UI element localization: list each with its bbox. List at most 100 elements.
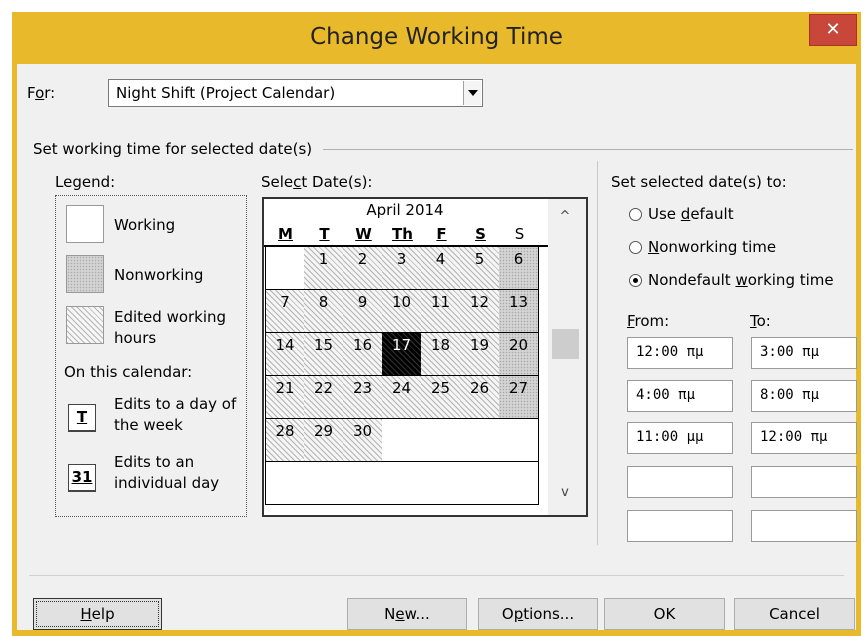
- calendar-day-cell[interactable]: 20: [499, 333, 539, 376]
- calendar-day-cell[interactable]: 25: [421, 376, 461, 419]
- calendar-day-cell[interactable]: 30: [343, 419, 383, 462]
- to-field-1[interactable]: 3:00 πμ: [751, 337, 857, 369]
- to-field-5[interactable]: [751, 510, 857, 542]
- weekday-header[interactable]: S: [461, 225, 500, 245]
- from-field-1[interactable]: 12:00 πμ: [627, 337, 733, 369]
- calendar-day-cell[interactable]: [265, 462, 305, 505]
- nonworking-swatch: [66, 255, 104, 293]
- calendar-day-cell[interactable]: [460, 419, 500, 462]
- calendar-day-cell[interactable]: [499, 419, 539, 462]
- calendar-day-cell[interactable]: [499, 462, 539, 505]
- calendar-day-cell[interactable]: 27: [499, 376, 539, 419]
- calendar-day-cell[interactable]: [460, 462, 500, 505]
- set-to-title: Set selected date(s) to:: [611, 173, 787, 191]
- calendar-day-cell[interactable]: 8: [304, 290, 344, 333]
- weekday-header[interactable]: T: [305, 225, 344, 245]
- working-swatch: [66, 205, 104, 243]
- calendar-day-cell[interactable]: [421, 419, 461, 462]
- cancel-button[interactable]: Cancel: [734, 598, 855, 630]
- calendar-day-cell[interactable]: 11: [421, 290, 461, 333]
- scrollbar-thumb[interactable]: [552, 329, 579, 359]
- close-icon: ✕: [825, 19, 841, 40]
- from-field-4[interactable]: [627, 466, 733, 498]
- dropdown-button[interactable]: [463, 81, 481, 105]
- from-field-5[interactable]: [627, 510, 733, 542]
- calendar-day-cell[interactable]: 24: [382, 376, 422, 419]
- group-label: Set working time for selected date(s): [33, 140, 313, 158]
- weekday-header[interactable]: Th: [383, 225, 422, 245]
- calendar-day-cell[interactable]: [421, 462, 461, 505]
- nondefault-radio[interactable]: [629, 274, 642, 287]
- from-field-3[interactable]: 11:00 μμ: [627, 422, 733, 454]
- calendar-day-cell[interactable]: 23: [343, 376, 383, 419]
- date-calendar[interactable]: April 2014 M T W Th F S S 1 2 3 4 5 6 7 8 9 10 11 12 13 14 1…: [262, 197, 588, 517]
- calendar-dropdown-value: Night Shift (Project Calendar): [116, 84, 336, 102]
- calendar-day-cell[interactable]: 9: [343, 290, 383, 333]
- on-this-calendar-label: On this calendar:: [64, 363, 193, 381]
- calendar-day-cell[interactable]: [382, 419, 422, 462]
- calendar-day-cell[interactable]: 2: [343, 247, 383, 290]
- dialog-window: Change Working Time ✕ For: Night Shift (…: [12, 12, 861, 636]
- footer-divider: [29, 575, 844, 576]
- calendar-day-cell[interactable]: 19: [460, 333, 500, 376]
- chevron-down-icon: [468, 90, 478, 96]
- calendar-day-cell[interactable]: 10: [382, 290, 422, 333]
- weekday-header[interactable]: W: [344, 225, 383, 245]
- new-button[interactable]: New...: [347, 598, 467, 630]
- weekday-header[interactable]: M: [266, 225, 305, 245]
- calendar-day-cell[interactable]: 7: [265, 290, 305, 333]
- calendar-day-cell[interactable]: [304, 462, 344, 505]
- group-divider: [323, 149, 853, 150]
- select-dates-label: Select Date(s):: [261, 173, 373, 191]
- to-field-3[interactable]: 12:00 πμ: [751, 422, 857, 454]
- legend-title: Legend:: [55, 173, 116, 191]
- calendar-scrollbar[interactable]: ^ v: [548, 199, 586, 515]
- to-field-2[interactable]: 8:00 πμ: [751, 380, 857, 412]
- legend-edited-label-1: Edited working: [114, 308, 227, 326]
- scroll-up-icon[interactable]: ^: [558, 209, 572, 224]
- options-button[interactable]: Options...: [478, 598, 598, 630]
- calendar-day-cell[interactable]: 16: [343, 333, 383, 376]
- from-field-2[interactable]: 4:00 πμ: [627, 380, 733, 412]
- calendar-day-cell[interactable]: 6: [499, 247, 539, 290]
- weekday-header[interactable]: F: [422, 225, 461, 245]
- day-of-week-edit-icon: T: [68, 404, 96, 432]
- calendar-dropdown[interactable]: Night Shift (Project Calendar): [108, 79, 483, 107]
- calendar-day-cell[interactable]: [343, 462, 383, 505]
- calendar-day-cell[interactable]: 4: [421, 247, 461, 290]
- legend-day-week-label-2: the week: [114, 416, 183, 434]
- title-bar[interactable]: Change Working Time ✕: [12, 12, 861, 64]
- calendar-day-cell[interactable]: 18: [421, 333, 461, 376]
- calendar-day-cell[interactable]: 15: [304, 333, 344, 376]
- calendar-day-cell[interactable]: 3: [382, 247, 422, 290]
- legend-individual-label-1: Edits to an: [114, 453, 195, 471]
- calendar-day-cell[interactable]: 28: [265, 419, 305, 462]
- calendar-day-cell[interactable]: 1: [304, 247, 344, 290]
- to-field-4[interactable]: [751, 466, 857, 498]
- calendar-day-cell[interactable]: 21: [265, 376, 305, 419]
- calendar-day-cell[interactable]: 17: [382, 333, 422, 376]
- nonworking-label[interactable]: Nonworking time: [648, 238, 776, 256]
- calendar-day-cell[interactable]: 29: [304, 419, 344, 462]
- calendar-day-cell[interactable]: 13: [499, 290, 539, 333]
- calendar-day-cell[interactable]: [382, 462, 422, 505]
- nondefault-label[interactable]: Nondefault working time: [648, 271, 834, 289]
- calendar-day-cell[interactable]: 26: [460, 376, 500, 419]
- use-default-label[interactable]: Use default: [648, 205, 734, 223]
- calendar-day-cell[interactable]: 22: [304, 376, 344, 419]
- calendar-day-cell[interactable]: [265, 247, 305, 290]
- scroll-down-icon[interactable]: v: [558, 485, 572, 500]
- from-label: From:: [627, 312, 670, 330]
- edited-swatch: [66, 306, 104, 344]
- calendar-day-cell[interactable]: 14: [265, 333, 305, 376]
- for-label: For:: [27, 84, 56, 102]
- close-button[interactable]: ✕: [809, 14, 857, 46]
- calendar-day-cell[interactable]: 5: [460, 247, 500, 290]
- calendar-day-cell[interactable]: 12: [460, 290, 500, 333]
- nonworking-radio[interactable]: [629, 241, 642, 254]
- ok-button[interactable]: OK: [604, 598, 725, 630]
- legend-nonworking-label: Nonworking: [114, 266, 204, 284]
- weekday-header[interactable]: S: [500, 225, 539, 245]
- use-default-radio[interactable]: [629, 208, 642, 221]
- help-button[interactable]: Help: [33, 598, 162, 630]
